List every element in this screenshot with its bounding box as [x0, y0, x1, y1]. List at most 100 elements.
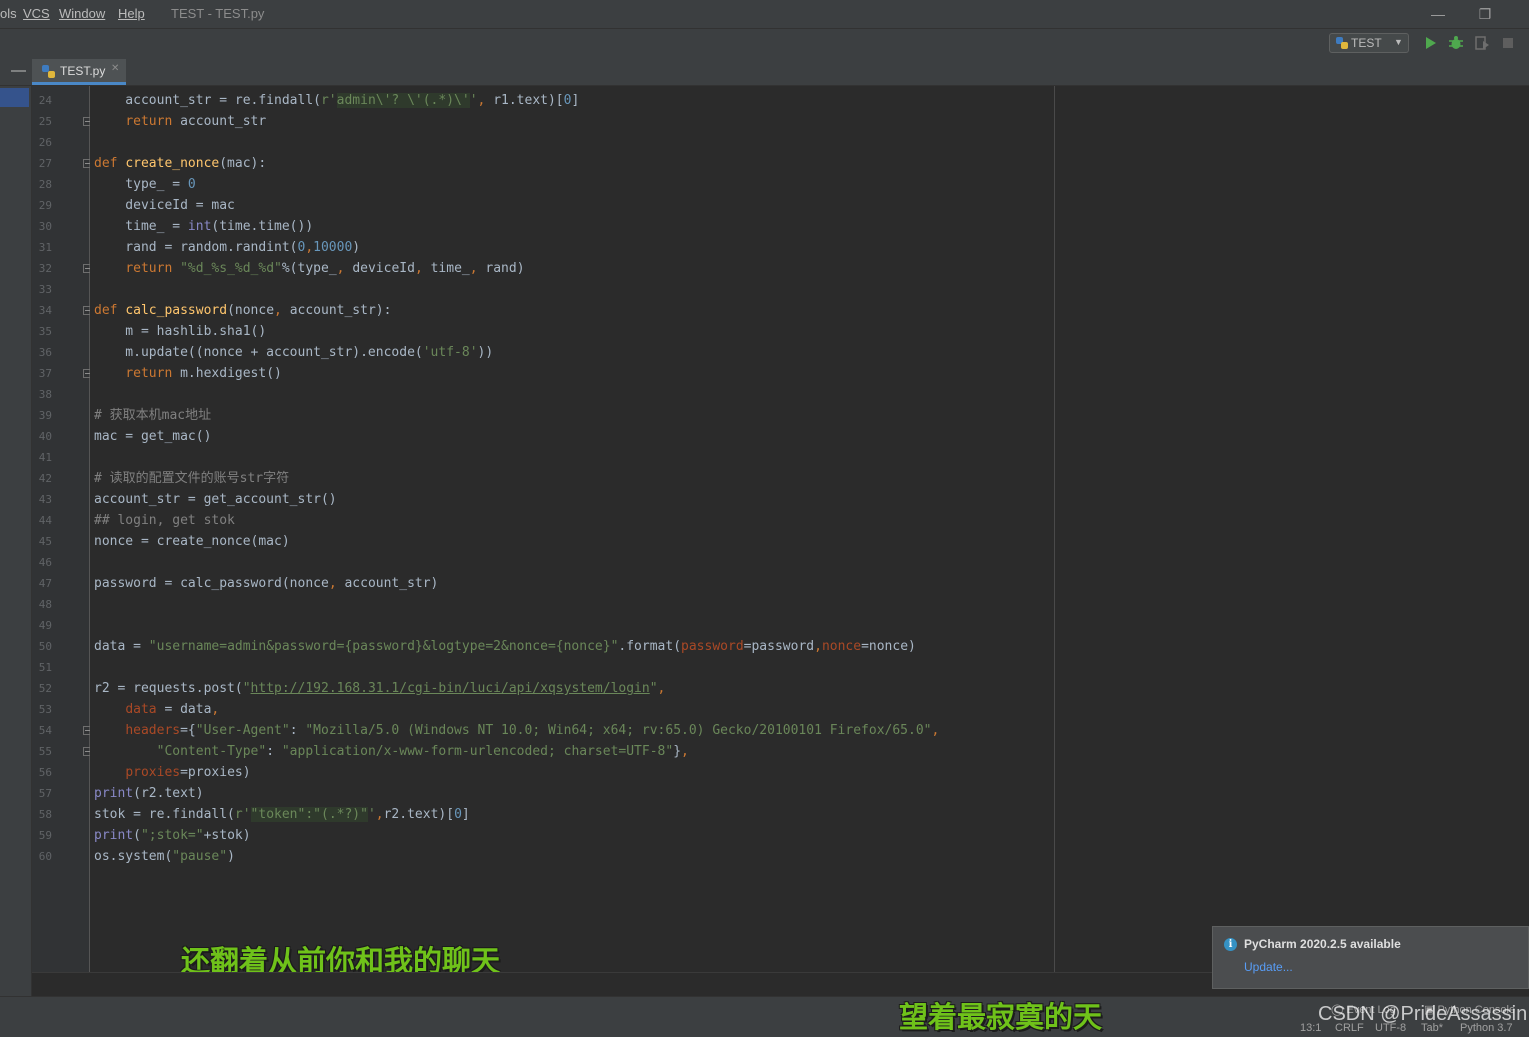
- code-line[interactable]: account_str = get_account_str(): [94, 489, 337, 510]
- run-config-label: TEST: [1351, 36, 1382, 50]
- project-selection-marker[interactable]: [0, 88, 29, 107]
- code-line[interactable]: return m.hexdigest(): [94, 363, 282, 384]
- code-line[interactable]: "Content-Type": "application/x-www-form-…: [94, 741, 689, 762]
- coverage-icon[interactable]: [1474, 35, 1490, 51]
- code-line[interactable]: ## login, get stok: [94, 510, 235, 531]
- line-number: 56: [38, 766, 52, 779]
- code-line[interactable]: mac = get_mac(): [94, 426, 211, 447]
- status-bar: ◯ Event Log ▣ Python Console 13:1 CRLF U…: [0, 996, 1529, 1037]
- update-notification: i PyCharm 2020.2.5 available Update...: [1212, 926, 1529, 989]
- code-line[interactable]: data = data,: [94, 699, 219, 720]
- line-number-gutter: 24 25 26 27 28 29 30 31 32 33 34 35 36 37 38 39 40 41 42 43…: [32, 86, 92, 972]
- code-line[interactable]: print(r2.text): [94, 783, 204, 804]
- video-subtitle-2: 望着最寂寞的天: [899, 1000, 1103, 1034]
- menu-window[interactable]: Window: [59, 6, 105, 21]
- debug-icon[interactable]: [1448, 35, 1464, 51]
- python-icon: [1336, 37, 1348, 49]
- tab-test-py[interactable]: TEST.py ✕: [32, 59, 126, 85]
- code-line[interactable]: return "%d_%s_%d_%d"%(type_, deviceId, t…: [94, 258, 524, 279]
- line-number: 58: [38, 808, 52, 821]
- code-line[interactable]: m.update((nonce + account_str).encode('u…: [94, 342, 493, 363]
- menu-window-label: Window: [59, 6, 106, 21]
- line-number: 25: [38, 115, 52, 128]
- line-number: 24: [38, 94, 52, 107]
- code-line[interactable]: def create_nonce(mac):: [94, 153, 266, 174]
- line-number: 48: [38, 598, 52, 611]
- menu-tools[interactable]: ols: [0, 6, 17, 21]
- line-number: 40: [38, 430, 52, 443]
- window-title: TEST - TEST.py: [171, 6, 265, 21]
- stop-icon[interactable]: [1500, 35, 1516, 51]
- line-number: 27: [38, 157, 52, 170]
- menu-help[interactable]: Help: [118, 6, 145, 21]
- code-line[interactable]: rand = random.randint(0,10000): [94, 237, 360, 258]
- line-number: 29: [38, 199, 52, 212]
- collapse-icon[interactable]: —: [11, 62, 26, 79]
- line-number: 57: [38, 787, 52, 800]
- line-number: 26: [38, 136, 52, 149]
- run-icon[interactable]: [1423, 35, 1439, 51]
- line-number: 52: [38, 682, 52, 695]
- code-line[interactable]: nonce = create_nonce(mac): [94, 531, 290, 552]
- code-line[interactable]: os.system("pause"): [94, 846, 235, 867]
- line-number: 31: [38, 241, 52, 254]
- minimize-icon[interactable]: —: [1424, 4, 1452, 24]
- code-line[interactable]: return account_str: [94, 111, 266, 132]
- line-number: 30: [38, 220, 52, 233]
- line-number: 54: [38, 724, 52, 737]
- code-line[interactable]: deviceId = mac: [94, 195, 235, 216]
- code-line[interactable]: print(";stok="+stok): [94, 825, 251, 846]
- chevron-down-icon: ▼: [1394, 37, 1403, 47]
- code-line[interactable]: account_str = re.findall(r'admin\'? \'(.…: [94, 90, 579, 111]
- project-tool-strip: [0, 86, 32, 996]
- line-number: 33: [38, 283, 52, 296]
- update-link[interactable]: Update...: [1244, 960, 1293, 974]
- line-number: 49: [38, 619, 52, 632]
- line-number: 55: [38, 745, 52, 758]
- code-line[interactable]: stok = re.findall(r'"token":"(.*?)"',r2.…: [94, 804, 470, 825]
- menu-bar: ols VCS Window Help TEST - TEST.py — ❐: [0, 0, 1529, 28]
- line-number: 39: [38, 409, 52, 422]
- line-number: 41: [38, 451, 52, 464]
- line-number: 59: [38, 829, 52, 842]
- close-icon[interactable]: ✕: [111, 63, 119, 74]
- code-line[interactable]: proxies=proxies): [94, 762, 250, 783]
- watermark: CSDN @PrideAssassin: [1318, 1003, 1528, 1025]
- restore-icon[interactable]: ❐: [1471, 4, 1499, 24]
- python-file-icon: [42, 65, 55, 78]
- line-number: 43: [38, 493, 52, 506]
- editor-tab-bar: — TEST.py ✕: [0, 59, 1529, 86]
- code-line[interactable]: def calc_password(nonce, account_str):: [94, 300, 391, 321]
- code-line[interactable]: # 获取本机mac地址: [94, 405, 211, 426]
- tab-label: TEST.py: [60, 64, 106, 78]
- code-line[interactable]: time_ = int(time.time()): [94, 216, 313, 237]
- code-line[interactable]: # 读取的配置文件的账号str字符: [94, 468, 289, 489]
- code-line[interactable]: password = calc_password(nonce, account_…: [94, 573, 438, 594]
- line-number: 45: [38, 535, 52, 548]
- code-line[interactable]: type_ = 0: [94, 174, 195, 195]
- line-number: 51: [38, 661, 52, 674]
- line-number: 46: [38, 556, 52, 569]
- line-number: 44: [38, 514, 52, 527]
- line-number: 28: [38, 178, 52, 191]
- line-number: 60: [38, 850, 52, 863]
- line-number: 32: [38, 262, 52, 275]
- line-number: 50: [38, 640, 52, 653]
- notification-title: PyCharm 2020.2.5 available: [1244, 937, 1401, 951]
- code-line[interactable]: headers={"User-Agent": "Mozilla/5.0 (Win…: [94, 720, 939, 741]
- right-margin-guide: [1054, 86, 1055, 972]
- line-number: 42: [38, 472, 52, 485]
- menu-vcs-label: VCS: [23, 6, 50, 21]
- line-number: 35: [38, 325, 52, 338]
- code-editor[interactable]: account_str = re.findall(r'admin\'? \'(.…: [90, 86, 1529, 972]
- run-config-selector[interactable]: TEST ▼: [1329, 33, 1409, 53]
- code-line[interactable]: data = "username=admin&password={passwor…: [94, 636, 916, 657]
- code-line[interactable]: m = hashlib.sha1(): [94, 321, 266, 342]
- code-line[interactable]: r2 = requests.post("http://192.168.31.1/…: [94, 678, 665, 699]
- line-number: 47: [38, 577, 52, 590]
- line-number: 37: [38, 367, 52, 380]
- menu-help-label: Help: [118, 6, 145, 21]
- info-icon: i: [1224, 938, 1237, 951]
- menu-vcs[interactable]: VCS: [23, 6, 50, 21]
- line-number: 53: [38, 703, 52, 716]
